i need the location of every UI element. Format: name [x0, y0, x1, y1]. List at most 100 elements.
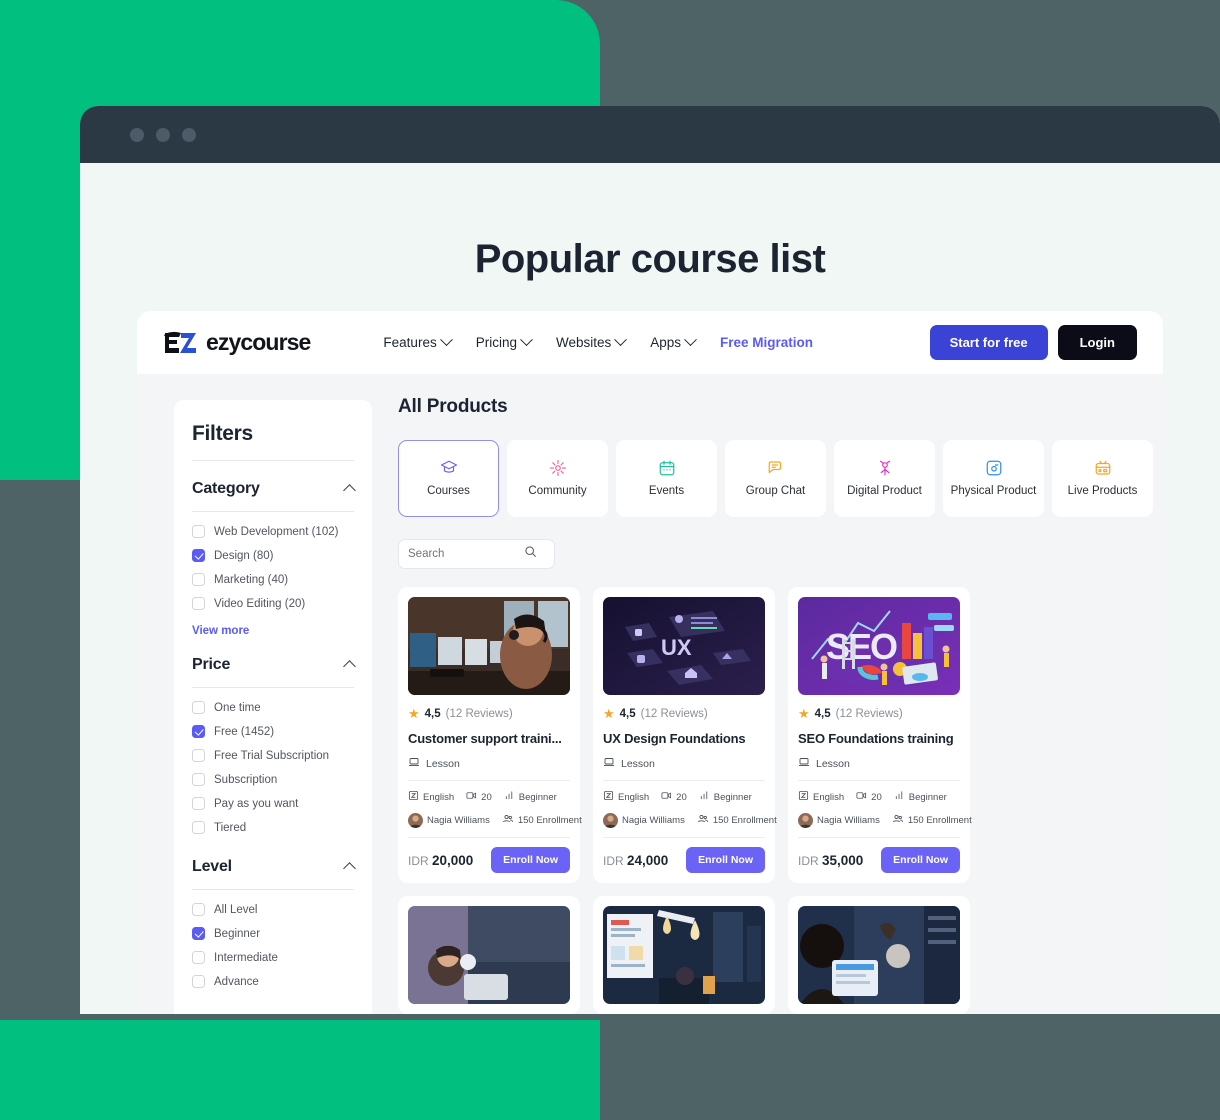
- checkbox[interactable]: [192, 821, 205, 834]
- filter-option-label: Video Editing (20): [214, 597, 306, 610]
- course-level: Beginner: [699, 790, 752, 804]
- navbar: ezycourse Features Pricing Websites Apps…: [137, 311, 1163, 374]
- course-card[interactable]: SEO ★ 4,5 (12 Reviews) SEO Foundations t…: [788, 587, 972, 883]
- filter-option[interactable]: All Level: [192, 903, 354, 916]
- window-dot-minimize[interactable]: [156, 127, 170, 142]
- course-enrollment: 150 Enrollment: [502, 813, 582, 828]
- divider: [192, 687, 354, 688]
- course-card[interactable]: ★ 4,5 (12 Reviews) Customer support trai…: [398, 587, 582, 883]
- filter-option[interactable]: Free Trial Subscription: [192, 749, 354, 762]
- course-type-label: Lesson: [621, 757, 655, 770]
- level-icon: [504, 790, 515, 804]
- checkbox[interactable]: [192, 975, 205, 988]
- nav-item-features[interactable]: Features: [383, 333, 453, 350]
- filter-option[interactable]: Advance: [192, 975, 354, 988]
- login-button[interactable]: Login: [1057, 325, 1137, 360]
- checkbox[interactable]: [192, 903, 205, 916]
- tab-courses-label: Courses: [427, 485, 470, 498]
- filter-option[interactable]: Web Development (102): [192, 525, 354, 538]
- filter-option[interactable]: Subscription: [192, 773, 354, 786]
- enroll-now-button[interactable]: Enroll Now: [491, 847, 570, 873]
- tab-physical-product[interactable]: Physical Product: [943, 440, 1044, 517]
- logo[interactable]: ezycourse: [163, 329, 311, 357]
- checkbox[interactable]: [192, 597, 205, 610]
- course-grid-row2: [398, 896, 1163, 1014]
- nav-item-websites-label: Websites: [555, 335, 612, 350]
- tab-group-chat[interactable]: Group Chat: [725, 440, 826, 517]
- filter-option[interactable]: Tiered: [192, 821, 354, 834]
- chevron-up-icon: [343, 862, 356, 875]
- checkbox[interactable]: [192, 951, 205, 964]
- filter-option[interactable]: Video Editing (20): [192, 597, 354, 610]
- chevron-up-icon: [343, 660, 356, 673]
- nav-item-features-label: Features: [383, 335, 437, 350]
- checkbox[interactable]: [192, 797, 205, 810]
- start-for-free-button[interactable]: Start for free: [929, 325, 1048, 360]
- search-input[interactable]: [408, 548, 518, 560]
- divider: [408, 837, 570, 838]
- nav-item-free-migration[interactable]: Free Migration: [720, 335, 813, 350]
- course-card[interactable]: [398, 896, 580, 1014]
- window-dot-maximize[interactable]: [182, 127, 196, 142]
- search-icon[interactable]: [524, 545, 537, 563]
- divider: [798, 837, 960, 838]
- tab-community[interactable]: Community: [507, 440, 608, 517]
- enroll-now-button[interactable]: Enroll Now: [686, 847, 765, 873]
- window-dot-close[interactable]: [130, 127, 144, 142]
- filter-section-price-header[interactable]: Price: [192, 656, 356, 674]
- course-author-row: Nagia Williams 150 Enrollment: [798, 813, 972, 828]
- tab-live-products[interactable]: Live Products: [1052, 440, 1153, 517]
- ezycourse-logo-icon: [163, 329, 197, 357]
- checkbox[interactable]: [192, 749, 205, 762]
- tab-community-label: Community: [528, 485, 587, 498]
- course-card[interactable]: [593, 896, 775, 1014]
- price-value: 35,000: [822, 852, 864, 868]
- nav-item-apps[interactable]: Apps: [650, 333, 697, 350]
- tab-events[interactable]: Events: [616, 440, 717, 517]
- tab-courses[interactable]: Courses: [398, 440, 499, 517]
- course-videos: 20: [856, 790, 882, 804]
- filter-option-label: Intermediate: [214, 951, 278, 964]
- nav-actions: Start for free Login: [929, 325, 1137, 360]
- nav-links: Features Pricing Websites Apps Free Migr…: [383, 333, 813, 350]
- course-card[interactable]: [788, 896, 970, 1014]
- course-type: Lesson: [603, 756, 765, 771]
- checkbox[interactable]: [192, 525, 205, 538]
- lesson-icon: [603, 756, 615, 771]
- filter-option[interactable]: Free (1452): [192, 725, 354, 738]
- nav-item-websites[interactable]: Websites: [555, 333, 628, 350]
- filter-section-level-header[interactable]: Level: [192, 858, 356, 876]
- enrollment-label: 150 Enrollment: [517, 815, 582, 826]
- level-label: Beginner: [713, 791, 752, 803]
- filter-option[interactable]: Marketing (40): [192, 573, 354, 586]
- nav-item-pricing[interactable]: Pricing: [476, 333, 533, 350]
- filter-option[interactable]: Beginner: [192, 927, 354, 940]
- filter-option[interactable]: One time: [192, 701, 354, 714]
- filter-section-category-header[interactable]: Category: [192, 480, 356, 498]
- video-count: 20: [481, 791, 492, 803]
- tab-digital-product[interactable]: Digital Product: [834, 440, 935, 517]
- filter-option[interactable]: Pay as you want: [192, 797, 354, 810]
- checkbox-checked[interactable]: [192, 725, 205, 738]
- logo-text: ezycourse: [206, 329, 311, 355]
- background-green-bottom: [0, 1020, 600, 1120]
- course-videos: 20: [466, 790, 492, 804]
- svg-text:SEO: SEO: [826, 626, 897, 667]
- star-icon: ★: [603, 706, 615, 721]
- checkbox[interactable]: [192, 773, 205, 786]
- checkbox[interactable]: [192, 573, 205, 586]
- search-bar[interactable]: [398, 539, 555, 569]
- filter-option[interactable]: Design (80): [192, 549, 354, 562]
- rating-value: 4,5: [424, 708, 441, 720]
- lesson-icon: [798, 756, 810, 771]
- star-icon: ★: [798, 706, 810, 721]
- avatar: [603, 813, 618, 828]
- divider: [192, 460, 354, 461]
- filter-option[interactable]: Intermediate: [192, 951, 354, 964]
- view-more-link[interactable]: View more: [192, 625, 354, 637]
- course-card[interactable]: UX ★ 4,5 (12 Reviews) UX Design Foundati…: [593, 587, 777, 883]
- checkbox-checked[interactable]: [192, 549, 205, 562]
- checkbox[interactable]: [192, 701, 205, 714]
- enroll-now-button[interactable]: Enroll Now: [881, 847, 960, 873]
- checkbox-checked[interactable]: [192, 927, 205, 940]
